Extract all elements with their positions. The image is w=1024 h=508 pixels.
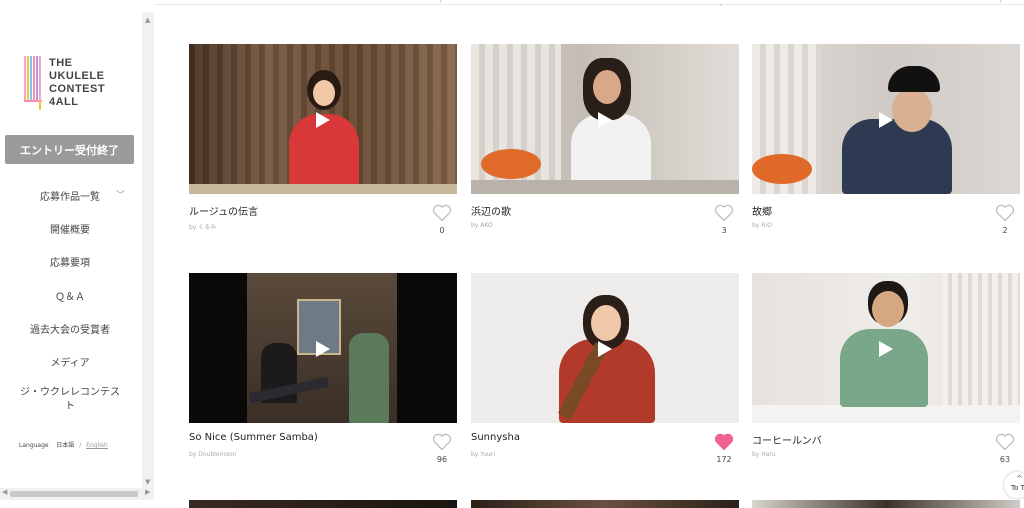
to-top-label: To T xyxy=(1011,484,1024,492)
video-thumbnail[interactable] xyxy=(189,273,457,423)
scroll-down-icon[interactable]: ▼ xyxy=(145,478,150,486)
nav-item-media[interactable]: メディア xyxy=(0,354,140,369)
video-title[interactable]: So Nice (Summer Samba) xyxy=(189,432,318,443)
video-thumbnail[interactable] xyxy=(471,273,739,423)
language-en-link[interactable]: English xyxy=(86,442,108,449)
scroll-left-icon[interactable]: ◀ xyxy=(2,488,7,496)
like-count: 2 xyxy=(1002,226,1008,235)
play-icon[interactable] xyxy=(316,341,330,357)
language-switcher: Language 日本語 / English xyxy=(19,442,108,449)
logo-stripes xyxy=(24,56,42,110)
scrollbar-thumb[interactable] xyxy=(10,491,138,497)
header-divider xyxy=(154,4,1024,5)
nav-item-guidelines[interactable]: 応募要項 xyxy=(0,254,140,269)
video-title[interactable]: Sunnysha xyxy=(471,432,520,443)
video-thumbnail[interactable] xyxy=(752,273,1020,423)
video-thumbnail-partial[interactable] xyxy=(471,500,739,508)
header-mark: , xyxy=(720,0,722,7)
header-mark: ' xyxy=(440,0,442,7)
scroll-up-icon[interactable]: ▲ xyxy=(145,16,150,24)
play-icon[interactable] xyxy=(879,341,893,357)
heart-icon[interactable] xyxy=(714,203,734,223)
nav-item-overview[interactable]: 開催概要 xyxy=(0,221,140,236)
chevron-down-icon: ﹀ xyxy=(116,191,126,201)
heart-icon[interactable] xyxy=(432,432,452,452)
video-title[interactable]: 浜辺の歌 xyxy=(471,203,511,218)
nav-item-qa[interactable]: Ｑ＆Ａ xyxy=(0,288,140,303)
logo-text: THE UKULELE CONTEST 4ALL xyxy=(49,57,106,108)
video-author: by Yuuri xyxy=(471,451,495,458)
nav-item-past-winners[interactable]: 過去大会の受賞者 xyxy=(0,321,140,336)
like-count: 96 xyxy=(436,455,448,464)
play-icon[interactable] xyxy=(598,112,612,128)
like-count: 0 xyxy=(439,226,445,235)
nav-item-the-ukulele-contest[interactable]: ジ・ウクレレコンテスト xyxy=(20,386,120,414)
like-count: 3 xyxy=(721,226,727,235)
sidebar: THE UKULELE CONTEST 4ALL エントリー受付終了 応募作品一… xyxy=(0,12,143,498)
play-icon[interactable] xyxy=(316,112,330,128)
like-count: 63 xyxy=(999,455,1011,464)
scroll-right-icon[interactable]: ▶ xyxy=(145,488,150,496)
video-author: by Haru xyxy=(752,451,776,458)
entry-closed-button[interactable]: エントリー受付終了 xyxy=(5,135,134,164)
contest-logo[interactable]: THE UKULELE CONTEST 4ALL xyxy=(24,56,124,112)
video-thumbnail-partial[interactable] xyxy=(752,500,1020,508)
language-ja-link[interactable]: 日本語 xyxy=(56,442,74,449)
heart-icon[interactable] xyxy=(432,203,452,223)
heart-filled-icon[interactable] xyxy=(714,432,734,452)
video-thumbnail[interactable] xyxy=(189,44,457,194)
video-title[interactable]: コーヒールンバ xyxy=(752,432,822,447)
sidebar-horizontal-scrollbar[interactable]: ◀ ▶ xyxy=(0,488,154,500)
video-thumbnail[interactable] xyxy=(471,44,739,194)
video-author: by Doublemoon xyxy=(189,451,237,458)
nav-item-entries[interactable]: 応募作品一覧 ﹀ xyxy=(0,188,140,203)
video-title[interactable]: 故郷 xyxy=(752,203,772,218)
chevron-up-icon: ^ xyxy=(1016,474,1023,483)
heart-icon[interactable] xyxy=(995,432,1015,452)
video-thumbnail[interactable] xyxy=(752,44,1020,194)
video-title[interactable]: ルージュの伝言 xyxy=(189,203,258,218)
video-author: by RIO xyxy=(752,222,772,229)
video-thumbnail-partial[interactable] xyxy=(189,500,457,508)
heart-icon[interactable] xyxy=(995,203,1015,223)
video-author: by AKO xyxy=(471,222,493,229)
play-icon[interactable] xyxy=(598,341,612,357)
video-author: by くるみ xyxy=(189,224,217,231)
like-count: 172 xyxy=(716,455,732,464)
play-icon[interactable] xyxy=(879,112,893,128)
header-mark: ' xyxy=(1000,0,1002,7)
sidebar-scrollbar[interactable] xyxy=(142,12,154,488)
